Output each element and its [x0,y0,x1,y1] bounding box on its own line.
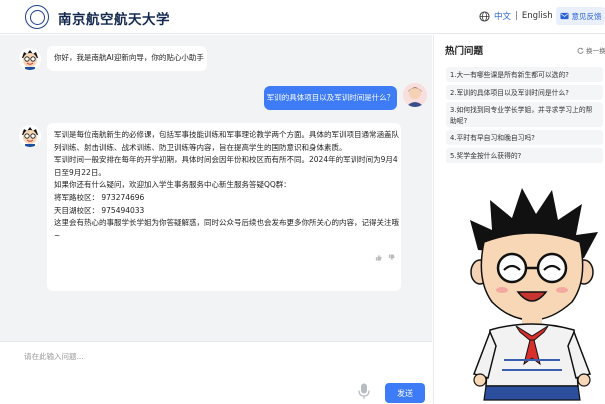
mascot-illustration [470,188,598,401]
answer-line: ~ [54,230,61,240]
feedback-thumbs [375,254,395,261]
feedback-button[interactable]: 意见反馈 [556,7,605,25]
language-switch: 中文 | English [479,10,553,22]
input-area: 发送 [0,341,432,404]
hot-question-item[interactable]: 1.大一有哪些课是所有新生都可以选的? [446,67,603,82]
answer-line: 这里会有热心的事服学长学姐为你答疑解惑，同时公众号后续也会发布更多你所关心的内容… [54,218,399,228]
lang-english[interactable]: English [522,11,553,21]
answer-line: 列训练、射击训练、战术训练、防卫训练等内容，旨在提高学生的国防意识和身体素质。 [54,142,347,152]
panel-title: 热门问题 [445,46,484,57]
answer-line: 军训是每位南航新生的必修课，包括军事技能训练和军事理论教学两个方面。具体的军训项… [54,130,399,139]
university-logo [25,5,49,29]
answer-line: 将军路校区： 973274696 [54,192,145,202]
thumbs-down-icon[interactable] [388,254,395,261]
top-header: 南京航空航天大学 中文 | English 意见反馈 [0,0,605,34]
user-question-message: 军训的具体项目以及军训时间是什么？ [264,86,397,110]
university-name: 南京航空航天大学 [58,12,170,28]
hot-question-item[interactable]: 3.如何找到同专业学长学姐，并寻求学习上的帮助呢? [446,102,603,127]
user-avatar [403,83,427,107]
question-input[interactable] [24,348,344,364]
send-button[interactable]: 发送 [385,383,425,403]
feedback-label: 意见反馈 [571,11,602,21]
lang-chinese[interactable]: 中文 [494,10,511,22]
thumbs-up-icon[interactable] [375,254,382,261]
bot-answer-message: 军训是每位南航新生的必修课，包括军事技能训练和军事理论教学两个方面。具体的军训项… [47,123,401,291]
globe-icon [479,10,490,22]
greeting-text: 你好，我是南航AI迎新向导，你的贴心小助手 [54,53,204,62]
hot-question-item[interactable]: 4.平时有早自习和晚自习吗? [446,130,603,145]
refresh-label: 换一换 [586,47,605,55]
bot-avatar [19,48,41,70]
hot-questions-panel: 热门问题 换一换 1.大一有哪些课是所有新生都可以选的? 2.军训的具体项目以及… [433,35,605,404]
microphone-icon[interactable] [358,383,370,400]
answer-line: 军训时间一般安排在每年的开学初期，具体时间会因年份和校区而有所不同。2024年的… [54,155,398,165]
hot-question-item[interactable]: 5.奖学金按什么获得的? [446,148,603,163]
mail-icon [559,12,569,20]
answer-line: 如果你还有什么疑问，欢迎加入学生事务服务中心新生服务答疑QQ群： [54,180,291,190]
bot-greeting-message: 你好，我是南航AI迎新向导，你的贴心小助手 [47,46,207,71]
refresh-icon [577,47,584,54]
lang-separator: | [515,11,518,21]
answer-line: 天目湖校区： 975494033 [54,205,145,215]
answer-line: 日至9月22日。 [54,167,106,177]
refresh-button[interactable]: 换一换 [577,45,605,55]
bot-avatar [19,125,41,147]
hot-question-item[interactable]: 2.军训的具体项目以及军训时间是什么? [446,85,603,100]
